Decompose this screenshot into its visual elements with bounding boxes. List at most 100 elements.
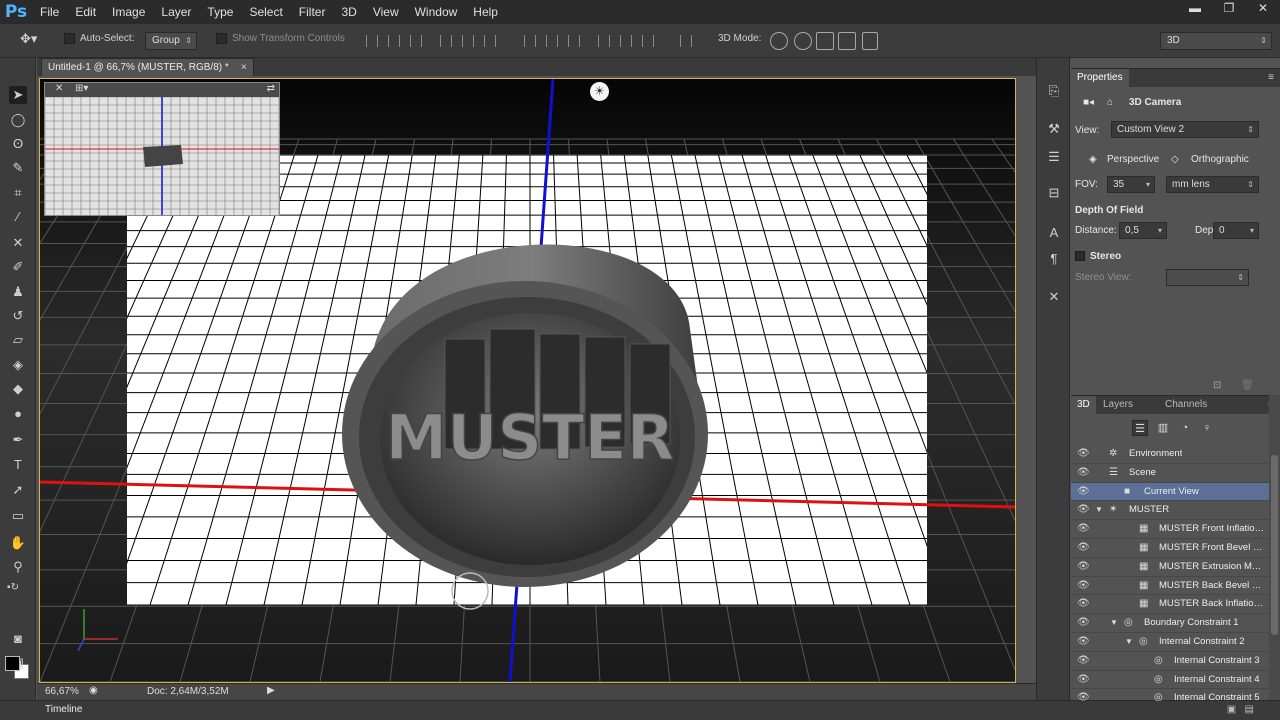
workspace-dropdown[interactable]: 3D ⇕ (1160, 32, 1272, 50)
tools-panel-icon[interactable]: ✕ (1045, 288, 1063, 306)
depth-stepper-icon[interactable]: ▾ (1250, 223, 1254, 238)
stereo-checkbox[interactable] (1075, 251, 1085, 262)
lasso-tool-icon[interactable]: ʘ (9, 135, 27, 153)
scene-tree-row[interactable]: 👁︎ ▦ MUSTER Back Bevel Mate... (1071, 577, 1269, 596)
quick-mask-icon[interactable]: ◙ (9, 630, 27, 648)
menu-edit[interactable]: Edit (67, 0, 104, 24)
slide-3d-icon[interactable] (838, 32, 856, 50)
zoom-tool-icon[interactable]: ⚲ (9, 558, 27, 576)
character-panel-icon[interactable]: A (1045, 224, 1063, 242)
close-document-icon[interactable]: × (241, 59, 247, 76)
crop-tool-icon[interactable]: ⌗ (9, 184, 27, 202)
visibility-eye-icon[interactable]: 👁︎ (1077, 614, 1090, 632)
expand-twisty-icon[interactable]: ▼ (1125, 633, 1133, 651)
visibility-eye-icon[interactable]: 👁︎ (1077, 520, 1090, 538)
document-tab[interactable]: Untitled-1 @ 66,7% (MUSTER, RGB/8) * × (41, 58, 254, 76)
expand-twisty-icon[interactable]: ▼ (1095, 501, 1103, 519)
roll-3d-icon[interactable] (794, 32, 812, 50)
paragraph-panel-icon[interactable]: ¶ (1045, 250, 1063, 268)
scene-tree-row[interactable]: 👁︎ ▼ ◎ Boundary Constraint 1 (1071, 614, 1269, 633)
meshes-filter-icon[interactable]: ▥ (1155, 420, 1171, 436)
menu-3d[interactable]: 3D (333, 0, 364, 24)
align-left-icon[interactable] (440, 35, 452, 47)
zoom-level[interactable]: 66,67% (45, 686, 79, 697)
menu-help[interactable]: Help (465, 0, 506, 24)
scene-tree-row[interactable]: 👁︎ ◎ Internal Constraint 3 (1071, 652, 1269, 671)
align-top-icon[interactable] (366, 35, 378, 47)
type-tool-icon[interactable]: T (9, 456, 27, 474)
swap-view-icon[interactable]: ⇄ (267, 83, 275, 94)
pen-tool-icon[interactable]: ✒ (9, 431, 27, 449)
scene-tree-row[interactable]: 👁︎ ▦ MUSTER Back Inflation M... (1071, 595, 1269, 615)
marquee-tool-icon[interactable]: ◯ (9, 111, 27, 129)
eraser-tool-icon[interactable]: ▱ (9, 331, 27, 349)
whole-scene-filter-icon[interactable]: ☰ (1132, 420, 1148, 436)
show-transform-checkbox[interactable] (216, 33, 227, 44)
align-bottom-icon[interactable] (410, 35, 422, 47)
delete-icon[interactable]: 🗑︎ (1241, 380, 1254, 391)
fov-stepper-icon[interactable]: ▾ (1146, 177, 1150, 192)
perspective-icon[interactable]: ◈ (1089, 154, 1097, 165)
history-brush-icon[interactable]: ↺ (9, 307, 27, 325)
distribute-left-icon[interactable] (598, 35, 610, 47)
lens-dropdown[interactable]: mm lens ⇕ (1166, 176, 1259, 193)
distance-input[interactable]: 0,5 ▾ (1119, 222, 1167, 239)
scene-tree-row[interactable]: 👁︎ ◎ Internal Constraint 4 (1071, 671, 1269, 690)
timeline-buttons-icon[interactable]: ▣ ▤ (1227, 704, 1254, 715)
visibility-eye-icon[interactable]: 👁︎ (1077, 633, 1090, 651)
menu-view[interactable]: View (365, 0, 407, 24)
scene-tree-row[interactable]: 👁︎ ✲ Environment (1071, 445, 1269, 464)
adjustments-icon[interactable]: ☰ (1045, 148, 1063, 166)
distribute-right-icon[interactable] (642, 35, 654, 47)
tab-channels[interactable]: Channels (1159, 396, 1213, 414)
show-transform-option[interactable]: Show Transform Controls (216, 33, 345, 44)
secondary-view-window[interactable]: ✕ ⊞▾ ⇄ (44, 82, 280, 216)
render-icon[interactable]: ⊡ (1213, 380, 1221, 391)
path-select-icon[interactable]: ➚ (9, 481, 27, 499)
auto-select-checkbox[interactable] (64, 33, 75, 44)
lights-filter-icon[interactable]: ♀ (1199, 420, 1215, 436)
distribute-top-icon[interactable] (524, 35, 536, 47)
minimize-button[interactable]: ▬ (1178, 0, 1212, 18)
visibility-eye-icon[interactable]: 👁︎ (1077, 671, 1090, 689)
distribute-hcenter-icon[interactable] (620, 35, 632, 47)
menu-file[interactable]: File (32, 0, 67, 24)
dodge-tool-icon[interactable]: ● (9, 405, 27, 423)
visibility-eye-icon[interactable]: 👁︎ (1077, 445, 1090, 463)
pan-3d-icon[interactable] (816, 32, 834, 50)
scene-tree-row[interactable]: 👁︎ ▼ ◎ Internal Constraint 2 (1071, 633, 1269, 652)
tab-layers[interactable]: Layers (1097, 396, 1139, 414)
healing-tool-icon[interactable]: ✕ (9, 234, 27, 252)
tool-presets-icon[interactable]: ⚒ (1045, 120, 1063, 138)
move-tool-icon[interactable]: ➤ (9, 86, 27, 104)
auto-select-option[interactable]: Auto-Select: (64, 33, 134, 44)
menu-type[interactable]: Type (199, 0, 241, 24)
close-window-button[interactable]: ✕ (1246, 0, 1280, 18)
tab-3d[interactable]: 3D (1071, 396, 1096, 414)
expand-twisty-icon[interactable]: ▼ (1110, 614, 1118, 632)
history-panel-icon[interactable]: ⎘ (1045, 82, 1063, 100)
close-view-icon[interactable]: ✕ (55, 83, 63, 94)
orthographic-option[interactable]: Orthographic (1191, 154, 1249, 165)
scene-tree-row[interactable]: 👁︎ ■ Current View (1071, 482, 1269, 502)
distribute-vcenter-icon[interactable] (546, 35, 558, 47)
stereo-view-dropdown[interactable]: ⇕ (1166, 269, 1249, 286)
timeline-tab[interactable]: Timeline (45, 704, 82, 715)
visibility-eye-icon[interactable]: 👁︎ (1077, 558, 1090, 576)
blur-tool-icon[interactable]: ◆ (9, 380, 27, 398)
visibility-eye-icon[interactable]: 👁︎ (1077, 501, 1090, 519)
properties-icon[interactable]: ⊟ (1045, 184, 1063, 202)
rectangle-tool-icon[interactable]: ▭ (9, 507, 27, 525)
quick-select-tool-icon[interactable]: ✎ (9, 159, 27, 177)
status-menu-arrow-icon[interactable]: ▶ (267, 685, 275, 696)
hand-tool-icon[interactable]: ✋ (9, 534, 27, 552)
stamp-tool-icon[interactable]: ♟ (9, 283, 27, 301)
scrollbar-thumb[interactable] (1271, 455, 1278, 635)
scene-tree-row[interactable]: 👁︎ ▼ ✶ MUSTER (1071, 501, 1269, 521)
panel-menu-icon[interactable]: ≡ (1268, 69, 1274, 87)
align-hcenter-icon[interactable] (462, 35, 474, 47)
visibility-eye-icon[interactable]: 👁︎ (1077, 539, 1090, 557)
menu-window[interactable]: Window (407, 0, 466, 24)
light-source-icon[interactable]: ☀ (590, 82, 609, 101)
scene-tree-row[interactable]: 👁︎ ☰ Scene (1071, 464, 1269, 483)
